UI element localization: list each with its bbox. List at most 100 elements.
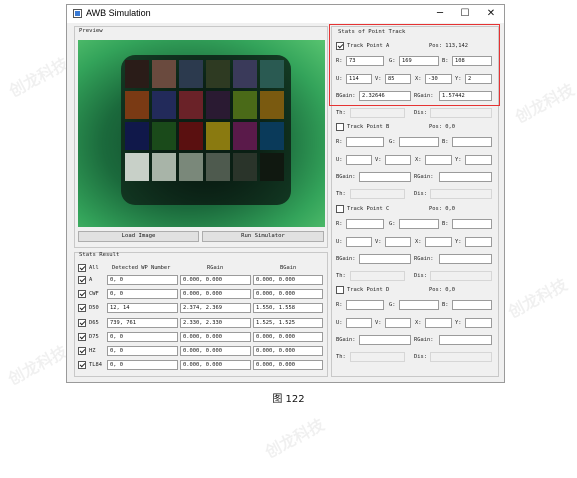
x-field[interactable] xyxy=(425,237,452,247)
watermark: 创龙科技 xyxy=(261,414,328,462)
stats-row-label: D75 xyxy=(89,333,99,340)
stats-row-checkbox[interactable] xyxy=(78,318,86,327)
bgain-field[interactable] xyxy=(359,335,411,345)
th-label: Th: xyxy=(336,273,346,279)
bgain-field[interactable]: 0.000, 0.000 xyxy=(253,346,323,356)
g-field[interactable] xyxy=(399,137,439,147)
header-detected-wp: Detected WP Number xyxy=(112,265,171,271)
bgain-label: BGain: xyxy=(336,256,356,262)
watermark: 创龙科技 xyxy=(5,53,72,101)
maximize-button[interactable]: ☐ xyxy=(453,6,477,22)
rgain-field[interactable] xyxy=(439,172,492,182)
stats-row-checkbox[interactable] xyxy=(78,361,86,370)
color-patch xyxy=(206,122,230,150)
color-patch xyxy=(233,60,257,88)
detected-wp-field[interactable]: 0, 0 xyxy=(107,331,178,342)
rgain-field[interactable] xyxy=(439,335,492,345)
detected-wp-field[interactable]: 0, 0 xyxy=(107,275,178,285)
bgain-field[interactable]: 0.000, 0.000 xyxy=(253,289,323,300)
y-field[interactable] xyxy=(465,237,492,247)
bgain-field[interactable] xyxy=(359,254,411,264)
y-field[interactable] xyxy=(465,155,492,165)
v-field[interactable] xyxy=(385,155,411,165)
rgain-field[interactable] xyxy=(439,254,492,264)
stats-row-checkbox[interactable] xyxy=(78,332,86,341)
stats-row-checkbox[interactable] xyxy=(78,290,86,299)
color-patch xyxy=(125,153,149,181)
bgain-field[interactable]: 0.000, 0.000 xyxy=(253,275,323,285)
color-patch xyxy=(125,122,149,150)
x-field[interactable] xyxy=(425,155,452,165)
all-label: All xyxy=(89,265,99,271)
v-label: V: xyxy=(375,239,382,245)
stats-row-label: TL84 xyxy=(89,362,102,369)
stats-row-checkbox[interactable] xyxy=(78,304,86,313)
title-bar: AWB Simulation ─ ☐ ✕ xyxy=(67,5,504,23)
preview-group-title: Preview xyxy=(79,28,103,34)
stats-row-checkbox[interactable] xyxy=(78,347,86,355)
run-simulator-button[interactable]: Run Simulator xyxy=(202,231,324,242)
g-field[interactable] xyxy=(399,219,439,229)
bgain-field[interactable]: 1.525, 1.525 xyxy=(253,317,323,328)
b-field[interactable] xyxy=(452,137,492,147)
load-image-button[interactable]: Load Image xyxy=(78,231,199,242)
v-label: V: xyxy=(375,320,382,326)
u-field[interactable] xyxy=(346,237,372,247)
detected-wp-field[interactable]: 0, 0 xyxy=(107,289,178,300)
rgain-field[interactable]: 0.000, 0.000 xyxy=(180,275,251,285)
color-patch xyxy=(206,60,230,88)
b-label: B: xyxy=(442,139,449,145)
detected-wp-field[interactable]: 739, 761 xyxy=(107,317,178,328)
r-field[interactable] xyxy=(346,300,384,310)
minimize-button[interactable]: ─ xyxy=(428,6,452,22)
detected-wp-field[interactable]: 12, 14 xyxy=(107,303,178,314)
color-patch xyxy=(179,60,203,88)
u-field[interactable] xyxy=(346,318,372,328)
r-field[interactable] xyxy=(346,219,384,229)
close-button[interactable]: ✕ xyxy=(479,6,503,22)
stats-row-checkbox[interactable] xyxy=(78,276,86,284)
rgain-field[interactable]: 0.000, 0.000 xyxy=(180,289,251,300)
all-checkbox[interactable] xyxy=(78,264,86,272)
th-field xyxy=(350,271,405,281)
bgain-label: BGain: xyxy=(336,174,356,180)
bgain-field[interactable] xyxy=(359,172,411,182)
y-label: Y: xyxy=(455,239,462,245)
color-patch xyxy=(260,153,284,181)
bgain-field[interactable]: 0.000, 0.000 xyxy=(253,360,323,371)
b-field[interactable] xyxy=(452,300,492,310)
rgain-field[interactable]: 2.374, 2.369 xyxy=(180,303,251,314)
stats-row-label: D50 xyxy=(89,305,99,312)
detected-wp-field[interactable]: 0, 0 xyxy=(107,346,178,356)
v-field[interactable] xyxy=(385,318,411,328)
rgain-field[interactable]: 0.000, 0.000 xyxy=(180,331,251,342)
detected-wp-field[interactable]: 0, 0 xyxy=(107,360,178,371)
rgain-field[interactable]: 0.000, 0.000 xyxy=(180,346,251,356)
stats-row-label: A xyxy=(89,277,93,283)
b-field[interactable] xyxy=(452,219,492,229)
v-label: V: xyxy=(375,157,382,163)
u-field[interactable] xyxy=(346,155,372,165)
bgain-field[interactable]: 0.000, 0.000 xyxy=(253,331,323,342)
r-field[interactable] xyxy=(346,137,384,147)
th-label: Th: xyxy=(336,110,346,116)
track-point-checkbox[interactable] xyxy=(336,123,344,131)
g-label: G: xyxy=(389,302,396,308)
b-label: B: xyxy=(442,221,449,227)
r-label: R: xyxy=(336,221,343,227)
g-field[interactable] xyxy=(399,300,439,310)
y-label: Y: xyxy=(455,320,462,326)
x-field[interactable] xyxy=(425,318,452,328)
y-field[interactable] xyxy=(465,318,492,328)
th-field xyxy=(350,108,405,118)
x-label: X: xyxy=(415,239,422,245)
color-patch xyxy=(125,91,149,119)
g-label: G: xyxy=(389,221,396,227)
track-point-checkbox[interactable] xyxy=(336,205,344,213)
v-field[interactable] xyxy=(385,237,411,247)
rgain-field[interactable]: 0.000, 0.000 xyxy=(180,360,251,371)
rgain-field[interactable]: 2.330, 2.330 xyxy=(180,317,251,328)
bgain-field[interactable]: 1.550, 1.558 xyxy=(253,303,323,314)
track-point-checkbox[interactable] xyxy=(336,286,344,294)
g-label: G: xyxy=(389,139,396,145)
